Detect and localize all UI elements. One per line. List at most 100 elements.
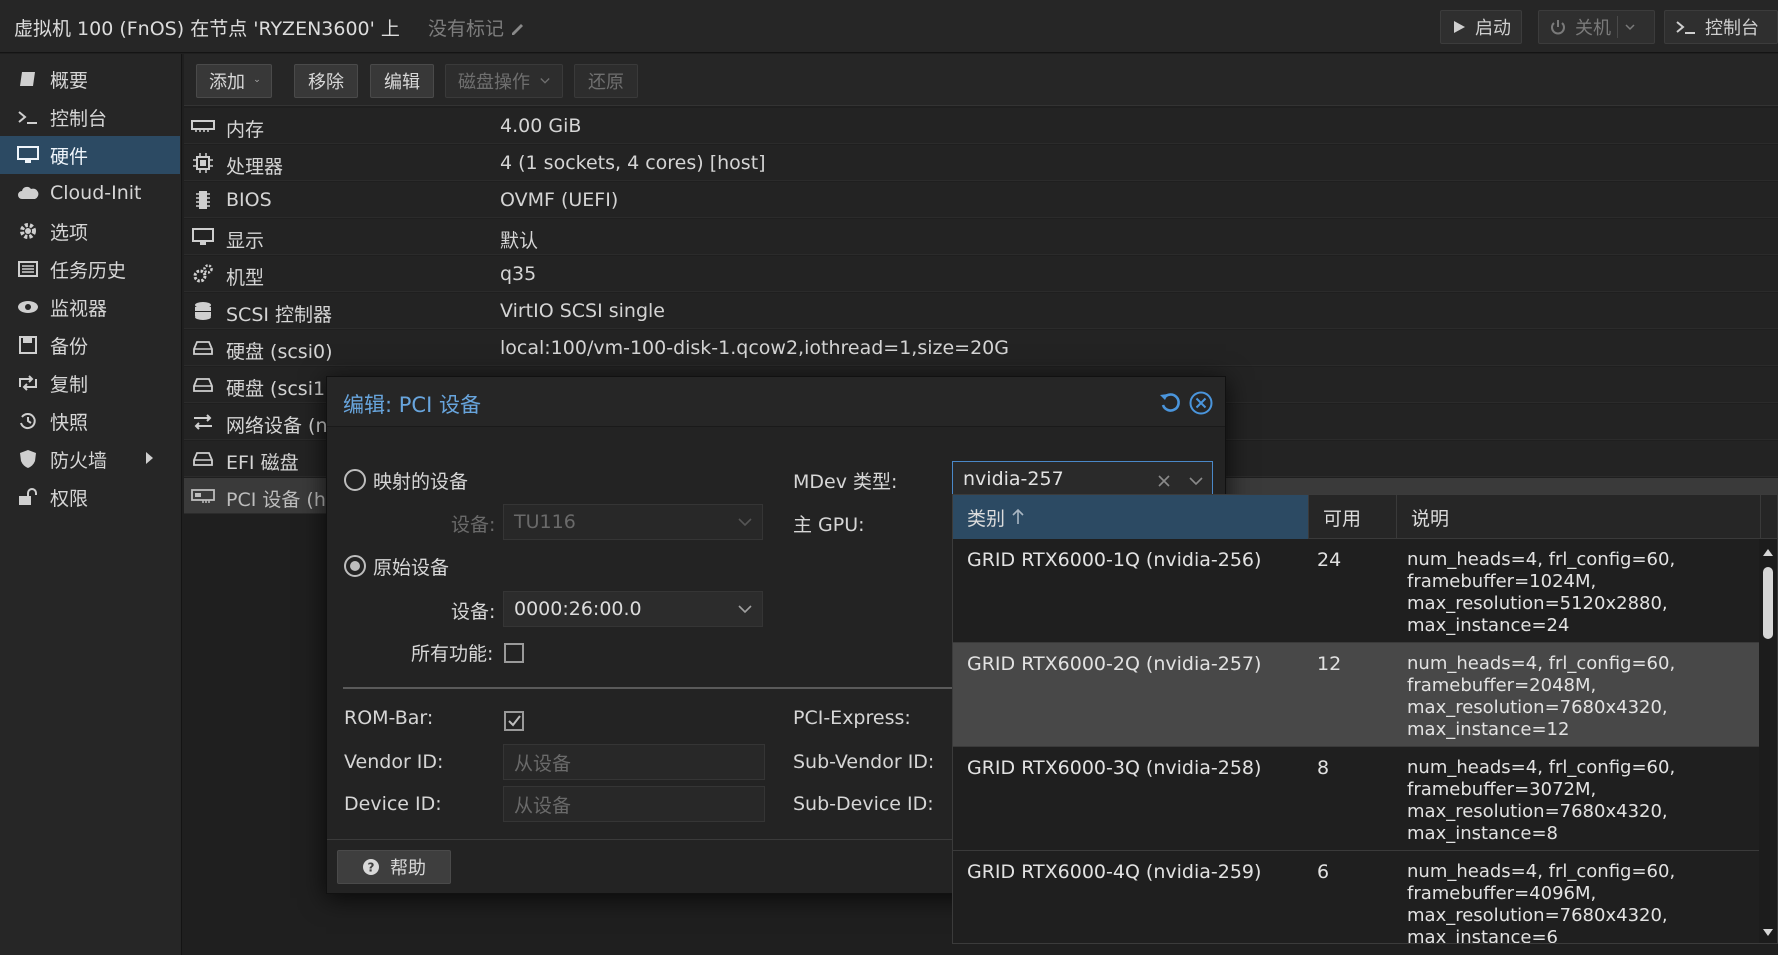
list-item[interactable]: GRID RTX6000-1Q (nvidia-256) 24 num_head… <box>953 539 1761 643</box>
sidebar-item-console[interactable]: 控制台 <box>0 98 180 136</box>
disk-action-button[interactable]: 磁盘操作 <box>445 64 563 98</box>
column-header-available[interactable]: 可用 <box>1309 495 1397 539</box>
raw-device-label: 原始设备 <box>373 557 450 579</box>
sub-device-id-label: Sub-Device ID: <box>793 793 934 815</box>
chevron-down-icon <box>255 79 259 83</box>
sidebar-item-backup[interactable]: 备份 <box>0 326 180 364</box>
column-header-description[interactable]: 说明 <box>1397 495 1761 539</box>
scrollbar-thumb[interactable] <box>1763 567 1773 639</box>
check-icon <box>508 715 521 727</box>
rom-bar-label: ROM-Bar: <box>344 707 434 729</box>
sidebar-item-summary[interactable]: 概要 <box>0 60 180 98</box>
close-icon[interactable] <box>1189 391 1213 415</box>
eye-icon <box>16 296 40 318</box>
help-button[interactable]: ? 帮助 <box>337 850 451 884</box>
hardware-row-machine[interactable]: 机型 q35 <box>184 256 1778 292</box>
sidebar-item-snapshots[interactable]: 快照 <box>0 402 180 440</box>
list-item[interactable]: GRID RTX6000-4Q (nvidia-259) 6 num_heads… <box>953 851 1761 943</box>
pci-express-label: PCI-Express: <box>793 707 911 729</box>
cpu-icon <box>190 152 216 174</box>
hdd-icon <box>190 448 216 470</box>
hardware-row-cpu[interactable]: 处理器 4 (1 sockets, 4 cores) [host] <box>184 145 1778 181</box>
edit-button[interactable]: 编辑 <box>370 64 434 98</box>
network-icon <box>190 411 216 433</box>
cogs-icon <box>190 263 216 285</box>
sub-vendor-id-label: Sub-Vendor ID: <box>793 751 935 773</box>
sidebar-item-cloud-init[interactable]: Cloud-Init <box>0 174 180 212</box>
mdev-type-dropdown: 类别 可用 说明 GRID RTX6000-1Q (nvidia-256) 24… <box>952 494 1778 944</box>
console-button[interactable]: 控制台 <box>1664 10 1778 44</box>
mapped-device-field-label: 设备: <box>451 514 496 536</box>
tags-label[interactable]: 没有标记 <box>428 14 526 41</box>
sidebar: 概要 控制台 硬件 Cloud-Init 选项 任务历史 监视器 备份 复制 快… <box>0 54 182 955</box>
play-icon <box>1454 21 1465 33</box>
reset-icon[interactable] <box>1159 392 1181 414</box>
display-icon <box>190 226 216 248</box>
vendor-id-label: Vendor ID: <box>344 751 444 773</box>
chevron-down-icon <box>738 605 752 614</box>
terminal-icon <box>1676 21 1695 34</box>
sort-ascending-icon <box>1012 508 1024 524</box>
raw-device-radio[interactable] <box>344 555 366 577</box>
gear-icon <box>16 220 40 242</box>
terminal-icon <box>16 106 40 128</box>
dialog-title: 编辑: PCI 设备 <box>343 393 481 417</box>
sidebar-item-options[interactable]: 选项 <box>0 212 180 250</box>
sidebar-item-permissions[interactable]: 权限 <box>0 478 180 516</box>
chevron-down-icon[interactable] <box>1189 476 1203 486</box>
unlock-icon <box>16 486 40 508</box>
list-item[interactable]: GRID RTX6000-3Q (nvidia-258) 8 num_heads… <box>953 747 1761 851</box>
hardware-toolbar: 添加 移除 编辑 磁盘操作 还原 <box>184 54 1778 106</box>
primary-gpu-label: 主 GPU: <box>793 514 865 536</box>
raw-device-field-label: 设备: <box>451 601 496 623</box>
column-header-type[interactable]: 类别 <box>953 495 1309 539</box>
scroll-down-icon[interactable] <box>1762 928 1774 938</box>
hardware-row-memory[interactable]: 内存 4.00 GiB <box>184 108 1778 144</box>
hardware-row-disk-scsi0[interactable]: 硬盘 (scsi0) local:100/vm-100-disk-1.qcow2… <box>184 330 1778 366</box>
memory-icon <box>190 115 216 137</box>
mapped-device-select[interactable]: TU116 <box>503 504 763 540</box>
cloud-icon <box>16 182 40 204</box>
list-icon <box>16 258 40 280</box>
retweet-icon <box>16 372 40 394</box>
dropdown-scrollbar[interactable] <box>1759 539 1777 943</box>
pencil-icon[interactable] <box>510 21 526 37</box>
mapped-device-radio[interactable] <box>344 469 366 491</box>
all-functions-checkbox[interactable] <box>504 643 524 663</box>
list-item[interactable]: GRID RTX6000-2Q (nvidia-257) 12 num_head… <box>953 643 1761 747</box>
mapped-device-label: 映射的设备 <box>373 471 469 493</box>
sidebar-item-monitor[interactable]: 监视器 <box>0 288 180 326</box>
svg-text:?: ? <box>368 861 375 875</box>
chevron-right-icon[interactable] <box>144 451 154 465</box>
add-button[interactable]: 添加 <box>196 64 272 98</box>
sidebar-item-task-history[interactable]: 任务历史 <box>0 250 180 288</box>
power-icon <box>1551 20 1565 35</box>
book-icon <box>16 68 40 90</box>
hdd-icon <box>190 374 216 396</box>
pci-icon <box>190 485 216 507</box>
shutdown-button[interactable]: 关机 <box>1538 10 1655 44</box>
remove-button[interactable]: 移除 <box>294 64 358 98</box>
device-id-input[interactable]: 从设备 <box>503 786 765 822</box>
start-button[interactable]: 启动 <box>1440 10 1522 44</box>
sidebar-item-hardware[interactable]: 硬件 <box>0 136 180 174</box>
vendor-id-input[interactable]: 从设备 <box>503 744 765 780</box>
revert-button[interactable]: 还原 <box>574 64 638 98</box>
hardware-row-scsi-controller[interactable]: SCSI 控制器 VirtIO SCSI single <box>184 293 1778 329</box>
history-icon <box>16 410 40 432</box>
hardware-row-display[interactable]: 显示 默认 <box>184 219 1778 255</box>
bios-icon <box>190 189 216 211</box>
sidebar-item-replication[interactable]: 复制 <box>0 364 180 402</box>
scroll-up-icon[interactable] <box>1762 547 1774 557</box>
chevron-down-icon <box>1625 24 1635 31</box>
monitor-icon <box>16 144 40 166</box>
sidebar-item-firewall[interactable]: 防火墙 <box>0 440 180 478</box>
device-id-label: Device ID: <box>344 793 442 815</box>
rom-bar-checkbox[interactable] <box>504 711 524 731</box>
hardware-row-bios[interactable]: BIOS OVMF (UEFI) <box>184 182 1778 218</box>
title-bar: 虚拟机 100 (FnOS) 在节点 'RYZEN3600' 上 没有标记 启动… <box>0 0 1778 53</box>
raw-device-select[interactable]: 0000:26:00.0 <box>503 591 763 627</box>
chevron-down-icon <box>540 78 550 84</box>
all-functions-label: 所有功能: <box>411 643 494 665</box>
clear-icon[interactable] <box>1158 475 1170 487</box>
